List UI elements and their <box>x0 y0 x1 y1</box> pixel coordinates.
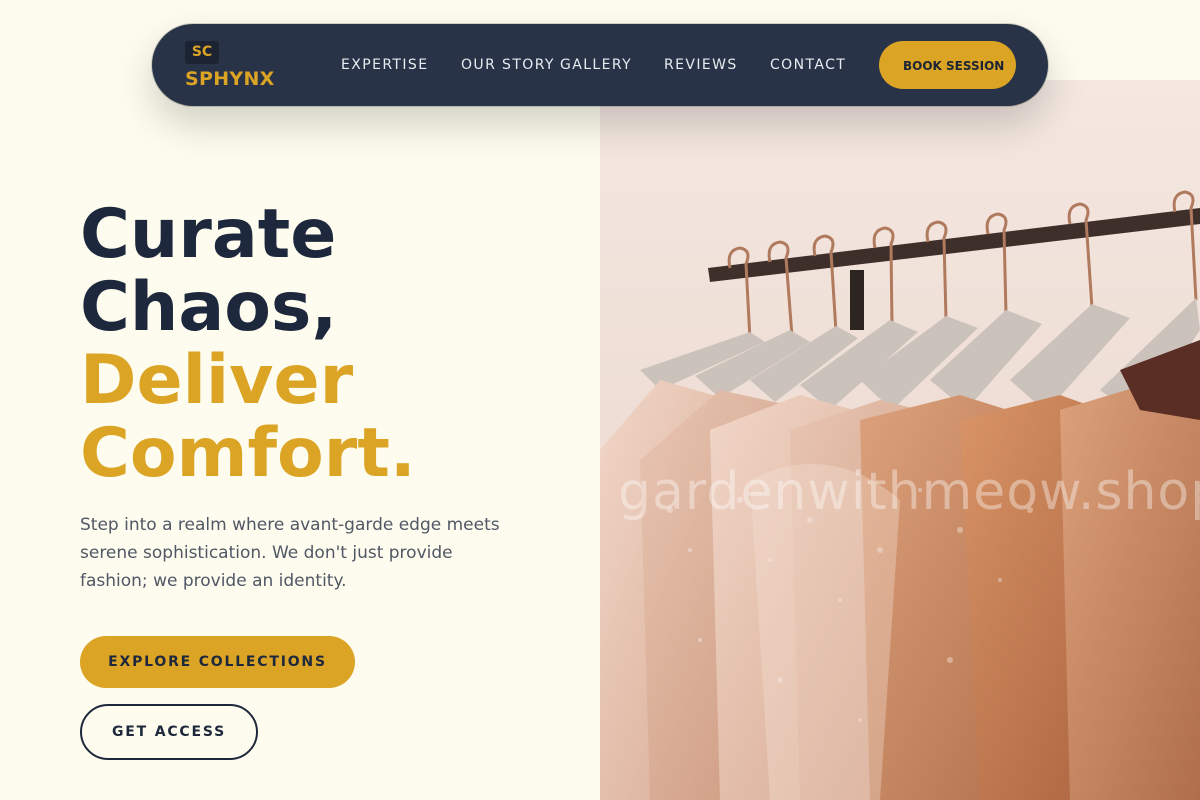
book-session-button[interactable]: BOOK SESSION <box>879 41 1016 89</box>
headline-line-3: Deliver <box>80 341 354 420</box>
nav-link-contact[interactable]: CONTACT <box>770 55 879 75</box>
headline-line-1: Curate <box>80 195 337 274</box>
brand-badge: SC <box>185 40 219 64</box>
get-access-button[interactable]: GET ACCESS <box>80 704 258 760</box>
image-watermark: gardenwithmeow.shop <box>618 462 1200 522</box>
clothes-rack-illustration <box>600 80 1200 800</box>
headline-line-2: Chaos, <box>80 268 338 347</box>
explore-collections-button[interactable]: EXPLORE COLLECTIONS <box>80 636 355 688</box>
hero-image-clothes-rack: gardenwithmeow.shop <box>600 80 1200 800</box>
hero-headline: Curate Chaos, Deliver Comfort. <box>80 198 416 490</box>
brand-name: SPHYNX <box>185 67 275 90</box>
nav-link-gallery[interactable]: GALLERY <box>560 55 664 75</box>
nav-link-reviews[interactable]: REVIEWS <box>664 55 770 75</box>
nav-links: EXPERTISE OUR STORY GALLERY REVIEWS CONT… <box>341 55 879 75</box>
hero-description: Step into a realm where avant-garde edge… <box>80 515 500 591</box>
brand-logo[interactable]: SC SPHYNX <box>185 40 341 90</box>
nav-link-our-story[interactable]: OUR STORY <box>461 55 560 75</box>
headline-line-4: Comfort. <box>80 414 416 493</box>
navbar: SC SPHYNX EXPERTISE OUR STORY GALLERY RE… <box>152 24 1048 106</box>
nav-link-expertise[interactable]: EXPERTISE <box>341 55 461 75</box>
